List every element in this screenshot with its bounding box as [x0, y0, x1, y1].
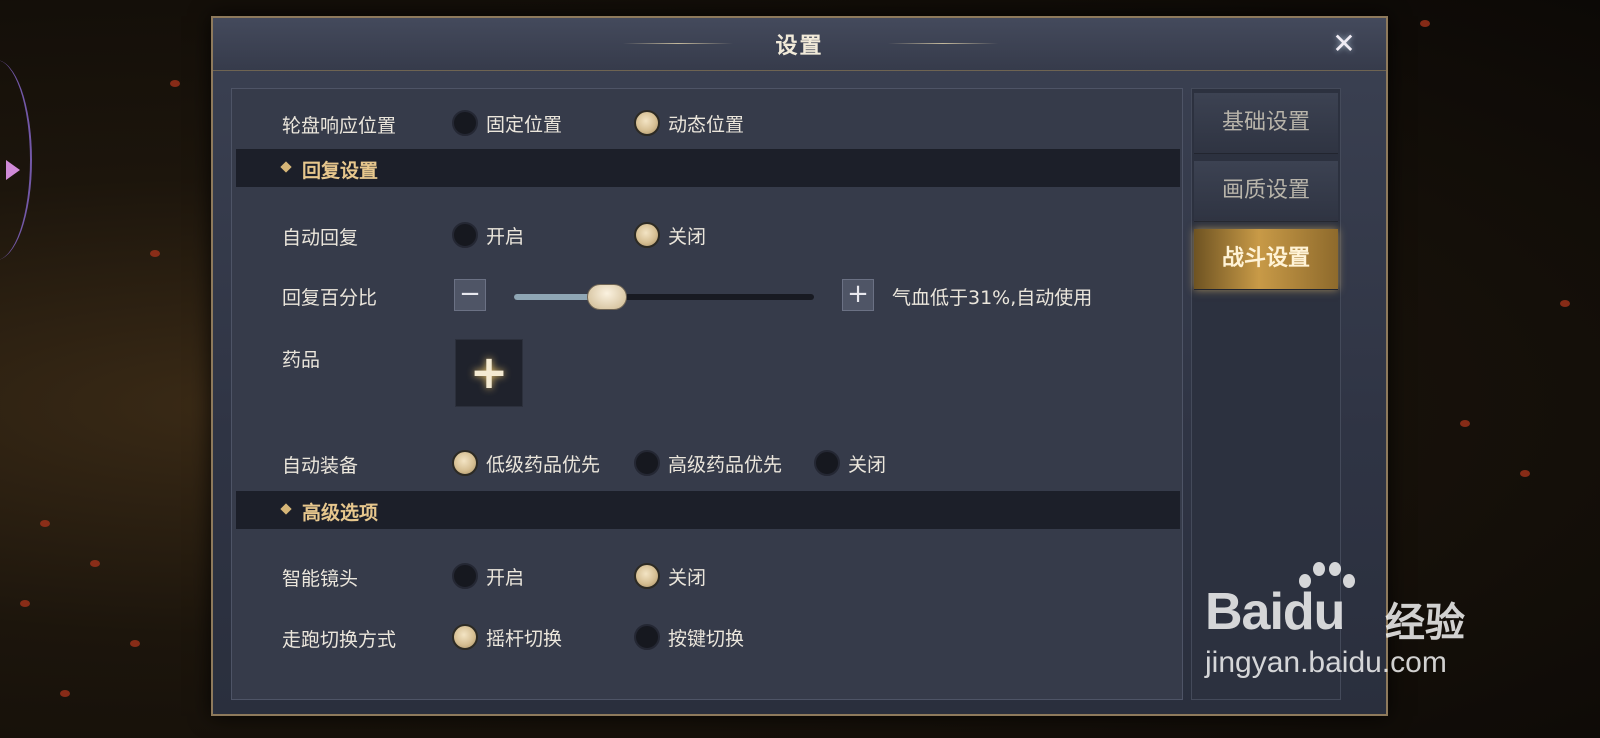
- radio-selected-icon: [452, 450, 478, 476]
- side-arc-decoration: [0, 60, 32, 260]
- radio-icon: [634, 450, 660, 476]
- decrease-button[interactable]: −: [454, 279, 486, 311]
- recovery-section-header: 回复设置: [236, 149, 1180, 187]
- increase-button[interactable]: +: [842, 279, 874, 311]
- diamond-icon: [280, 161, 292, 173]
- dialog-title: 设置: [775, 34, 824, 59]
- auto-equip-option-off[interactable]: 关闭: [814, 447, 886, 479]
- auto-recover-option-off[interactable]: 关闭: [634, 219, 706, 251]
- medicine-row: 药品: [232, 337, 1182, 377]
- wheel-position-option-fixed[interactable]: 固定位置: [452, 107, 562, 139]
- radio-selected-icon: [634, 110, 660, 136]
- recover-percent-description: 气血低于31%,自动使用: [892, 287, 1093, 309]
- slider-handle[interactable]: [587, 284, 627, 310]
- recovery-section-title: 回复设置: [302, 160, 379, 182]
- run-switch-label: 走跑切换方式: [282, 629, 397, 651]
- auto-recover-label: 自动回复: [282, 227, 359, 249]
- radio-icon: [452, 222, 478, 248]
- recover-percent-label: 回复百分比: [282, 287, 378, 309]
- settings-tabs: 基础设置 画质设置 战斗设置: [1191, 88, 1341, 700]
- radio-selected-icon: [452, 624, 478, 650]
- close-icon[interactable]: ✕: [1326, 26, 1362, 62]
- run-switch-option-button[interactable]: 按键切换: [634, 621, 744, 653]
- auto-equip-option-high-first[interactable]: 高级药品优先: [634, 447, 782, 479]
- smart-camera-option-off[interactable]: 关闭: [634, 560, 706, 592]
- advanced-section-header: 高级选项: [236, 491, 1180, 529]
- smart-camera-row: 智能镜头 开启 关闭: [232, 556, 1182, 596]
- auto-equip-option-low-first[interactable]: 低级药品优先: [452, 447, 600, 479]
- smart-camera-label: 智能镜头: [282, 568, 359, 590]
- tab-graphics-settings[interactable]: 画质设置: [1194, 161, 1338, 222]
- wheel-position-row: 轮盘响应位置 固定位置 动态位置: [232, 103, 1182, 143]
- run-switch-row: 走跑切换方式 摇杆切换 按键切换: [232, 617, 1182, 657]
- watermark-jingyan: 经验: [1385, 600, 1465, 646]
- radio-selected-icon: [634, 563, 660, 589]
- recover-percent-row: 回复百分比 − + 气血低于31%,自动使用: [232, 275, 1182, 315]
- radio-selected-icon: [634, 222, 660, 248]
- settings-dialog: 设置 ✕ 轮盘响应位置 固定位置 动态位置 回复设置 自动回复 开启 关闭 回复…: [211, 16, 1388, 716]
- recover-percent-slider[interactable]: [514, 284, 814, 310]
- tab-basic-settings[interactable]: 基础设置: [1194, 93, 1338, 154]
- add-medicine-slot[interactable]: +: [455, 339, 523, 407]
- auto-recover-row: 自动回复 开启 关闭: [232, 215, 1182, 255]
- tab-combat-settings[interactable]: 战斗设置: [1194, 229, 1338, 290]
- smart-camera-option-on[interactable]: 开启: [452, 560, 524, 592]
- wheel-position-option-dynamic[interactable]: 动态位置: [634, 107, 744, 139]
- advanced-section-title: 高级选项: [302, 502, 379, 524]
- side-expand-arrow-icon[interactable]: [6, 160, 20, 180]
- auto-equip-row: 自动装备 低级药品优先 高级药品优先 关闭: [232, 443, 1182, 483]
- auto-recover-option-on[interactable]: 开启: [452, 219, 524, 251]
- radio-icon: [452, 110, 478, 136]
- radio-icon: [452, 563, 478, 589]
- wheel-position-label: 轮盘响应位置: [282, 115, 397, 137]
- radio-icon: [634, 624, 660, 650]
- medicine-label: 药品: [282, 349, 321, 371]
- diamond-icon: [280, 503, 292, 515]
- run-switch-option-joystick[interactable]: 摇杆切换: [452, 621, 562, 653]
- dialog-header: 设置 ✕: [213, 18, 1386, 71]
- title-ornament-right: [888, 43, 998, 44]
- auto-equip-label: 自动装备: [282, 455, 359, 477]
- settings-content-panel: 轮盘响应位置 固定位置 动态位置 回复设置 自动回复 开启 关闭 回复百分比 −…: [231, 88, 1183, 700]
- radio-icon: [814, 450, 840, 476]
